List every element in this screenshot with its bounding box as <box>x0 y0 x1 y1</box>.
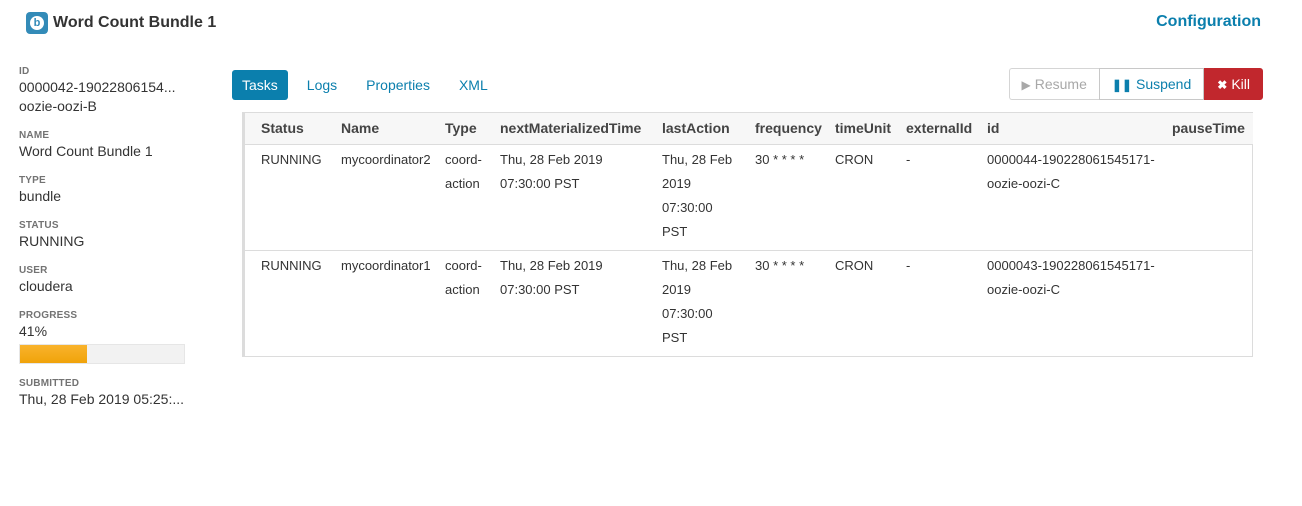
tasks-table: Status Name Type nextMaterializedTime la… <box>245 113 1253 356</box>
prop-status: STATUS RUNNING <box>19 220 189 251</box>
table-row[interactable]: RUNNING mycoordinator1 coord-action Thu,… <box>245 250 1253 356</box>
cell-pause-time <box>1164 250 1253 356</box>
resume-button[interactable]: ▶ Resume <box>1008 68 1099 100</box>
table-header-row: Status Name Type nextMaterializedTime la… <box>245 113 1253 145</box>
time-line: 07:30:00 PST <box>500 281 580 297</box>
bundle-icon: b <box>26 12 48 34</box>
prop-id: ID 0000042-19022806154... oozie-oozi-B <box>19 66 189 116</box>
cell-status: RUNNING <box>261 257 322 273</box>
tab-logs[interactable]: Logs <box>297 70 347 100</box>
date-line: Thu, 28 Feb <box>662 151 733 167</box>
type-line: coord- <box>445 257 482 273</box>
date-line: Thu, 28 Feb 2019 <box>500 257 603 273</box>
col-name[interactable]: Name <box>333 113 437 145</box>
cell-time-unit: CRON <box>827 144 898 251</box>
date-line: Thu, 28 Feb <box>662 257 733 273</box>
id-line: oozie-oozi-C <box>987 281 1060 297</box>
id-line: 0000043-190228061545171- <box>987 257 1155 273</box>
progress-bar <box>19 344 185 364</box>
type-line: action <box>445 281 480 297</box>
tab-bar: Tasks Logs Properties XML <box>232 70 507 100</box>
submitted-value: Thu, 28 Feb 2019 05:25:... <box>19 391 185 407</box>
id-line: 0000044-190228061545171- <box>987 151 1155 167</box>
id-label: ID <box>19 66 30 77</box>
status-value: RUNNING <box>19 233 85 249</box>
cell-type: coord-action <box>437 144 492 251</box>
year-line: 2019 <box>662 281 691 297</box>
time-line: 07:30:00 PST <box>662 305 713 345</box>
bundle-icon-letter: b <box>30 16 44 30</box>
prop-submitted: SUBMITTED Thu, 28 Feb 2019 05:25:... <box>19 378 189 409</box>
col-id[interactable]: id <box>979 113 1164 145</box>
name-value: Word Count Bundle 1 <box>19 143 153 159</box>
user-label: USER <box>19 265 48 276</box>
name-label: NAME <box>19 130 50 141</box>
col-pause-time[interactable]: pauseTime <box>1164 113 1253 145</box>
kill-label: Kill <box>1231 76 1250 92</box>
time-line: 07:30:00 PST <box>500 175 580 191</box>
prop-type: TYPE bundle <box>19 175 189 206</box>
cell-type: coord-action <box>437 250 492 356</box>
prop-progress: PROGRESS 41% <box>19 310 189 364</box>
cell-id[interactable]: 0000043-190228061545171- oozie-oozi-C <box>979 250 1164 356</box>
cell-next-materialized-time: Thu, 28 Feb 2019 07:30:00 PST <box>492 144 654 251</box>
type-line: coord- <box>445 151 482 167</box>
properties-sidebar: ID 0000042-19022806154... oozie-oozi-B N… <box>19 66 189 423</box>
tab-tasks[interactable]: Tasks <box>232 70 288 100</box>
type-value: bundle <box>19 188 62 204</box>
type-label: TYPE <box>19 175 46 186</box>
type-line: action <box>445 175 480 191</box>
cell-name: mycoordinator1 <box>341 257 431 273</box>
configuration-link[interactable]: Configuration <box>1156 13 1261 31</box>
date-line: Thu, 28 Feb 2019 <box>500 151 603 167</box>
cell-last-action: Thu, 28 Feb 2019 07:30:00 PST <box>654 144 747 251</box>
kill-button[interactable]: ✖ Kill <box>1204 68 1263 100</box>
id-line: oozie-oozi-C <box>987 175 1060 191</box>
cell-pause-time <box>1164 144 1253 251</box>
cell-frequency: 30 * * * * <box>747 144 827 251</box>
col-frequency[interactable]: frequency <box>747 113 827 145</box>
id-value: 0000042-19022806154... <box>19 79 176 95</box>
prop-user: USER cloudera <box>19 265 189 296</box>
cell-status: RUNNING <box>245 144 333 251</box>
cell-last-action: Thu, 28 Feb 2019 07:30:00 PST <box>654 250 747 356</box>
cell-id[interactable]: 0000044-190228061545171- oozie-oozi-C <box>979 144 1164 251</box>
pause-icon: ❚❚ <box>1111 78 1132 92</box>
tab-xml[interactable]: XML <box>449 70 498 100</box>
cell-frequency: 30 * * * * <box>755 257 805 273</box>
col-external-id[interactable]: externalId <box>898 113 979 145</box>
status-label: STATUS <box>19 220 59 231</box>
cell-next-materialized-time: Thu, 28 Feb 2019 07:30:00 PST <box>492 250 654 356</box>
action-buttons: ▶ Resume ❚❚ Suspend ✖ Kill <box>1008 68 1263 100</box>
close-icon: ✖ <box>1217 78 1228 92</box>
resume-label: Resume <box>1034 76 1087 92</box>
year-line: 2019 <box>662 175 691 191</box>
cell-name: mycoordinator2 <box>333 144 437 251</box>
progress-label: PROGRESS <box>19 310 78 321</box>
page-header: b Word Count Bundle 1 <box>26 12 216 34</box>
col-status[interactable]: Status <box>245 113 333 145</box>
time-line: 07:30:00 PST <box>662 199 713 239</box>
id-value-suffix: oozie-oozi-B <box>19 98 97 114</box>
suspend-label: Suspend <box>1135 76 1192 92</box>
col-type[interactable]: Type <box>437 113 492 145</box>
progress-fill <box>20 345 88 363</box>
tasks-table-container: Status Name Type nextMaterializedTime la… <box>242 112 1253 357</box>
user-value: cloudera <box>19 278 73 294</box>
progress-value: 41% <box>19 323 48 339</box>
cell-time-unit: CRON <box>835 257 874 273</box>
prop-name: NAME Word Count Bundle 1 <box>19 130 189 161</box>
play-icon: ▶ <box>1021 78 1031 92</box>
col-last-action[interactable]: lastAction <box>654 113 747 145</box>
tab-properties[interactable]: Properties <box>356 70 440 100</box>
page-title: Word Count Bundle 1 <box>53 14 217 31</box>
col-time-unit[interactable]: timeUnit <box>827 113 898 145</box>
col-next-materialized-time[interactable]: nextMaterializedTime <box>492 113 654 145</box>
cell-external-id: - <box>906 257 911 273</box>
cell-external-id: - <box>898 144 979 251</box>
table-row[interactable]: RUNNING mycoordinator2 coord-action Thu,… <box>245 144 1253 251</box>
suspend-button[interactable]: ❚❚ Suspend <box>1098 68 1205 100</box>
submitted-label: SUBMITTED <box>19 378 80 389</box>
